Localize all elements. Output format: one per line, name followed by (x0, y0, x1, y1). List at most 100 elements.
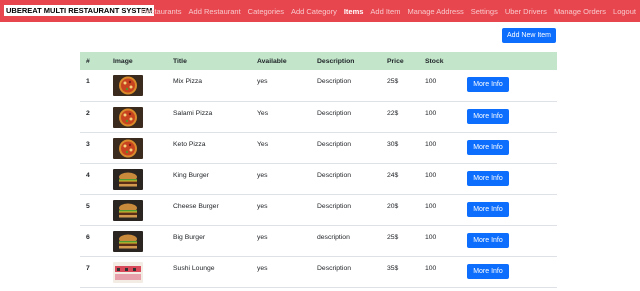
add-new-item-button[interactable]: Add New Item (502, 28, 556, 43)
column-header-available: Available (257, 57, 287, 65)
item-available: yes (251, 70, 311, 102)
column-header-number: # (86, 57, 90, 65)
nav-link-manage-address[interactable]: Manage Address (407, 7, 463, 16)
table-row: 4 King Burger yes Description 24$ 100 More Inf… (80, 163, 557, 195)
item-image-cell (107, 256, 167, 288)
table-row: 3 Keto Pizza Yes Description 30$ 100 More Info (80, 132, 557, 164)
more-info-button[interactable]: More Info (467, 201, 509, 217)
pizza-photo (113, 137, 143, 159)
table-row: 2 Salami Pizza Yes Description 22$ 100 More In… (80, 101, 557, 133)
item-description: Description (311, 70, 381, 102)
more-info-button[interactable]: More Info (467, 170, 509, 186)
item-description: Description (311, 132, 381, 164)
item-stock: 100 (419, 256, 461, 288)
item-description: Description (311, 101, 381, 133)
item-title: Sushi Lounge (167, 256, 251, 288)
actions-cell: More Info (461, 194, 557, 226)
row-number: 7 (80, 256, 107, 288)
nav-link-items[interactable]: Items (344, 7, 364, 16)
table-row: 7 Sushi Lounge yes Description 35$ 100 More In… (80, 256, 557, 288)
row-number: 3 (80, 132, 107, 164)
item-description: Description (311, 256, 381, 288)
table-row: 5 Cheese Burger yes Description 20$ 100 More I… (80, 194, 557, 226)
item-image-cell (107, 70, 167, 102)
item-title: Mix Pizza (167, 70, 251, 102)
row-number: 2 (80, 101, 107, 133)
nav-link-restaurants[interactable]: Restaurants (141, 7, 181, 16)
row-number: 6 (80, 225, 107, 257)
column-header-description: Description (317, 57, 355, 65)
navbar: UBEREAT MULTI RESTAURANT SYSTEM Restaura… (0, 0, 640, 22)
items-table: # Image Title Available Description Price Stoc… (80, 52, 557, 288)
item-image-cell (107, 194, 167, 226)
brand-logo[interactable]: UBEREAT MULTI RESTAURANT SYSTEM (4, 5, 155, 16)
item-stock: 100 (419, 194, 461, 226)
item-description: Description (311, 194, 381, 226)
item-title: Keto Pizza (167, 132, 251, 164)
item-price: 22$ (381, 101, 419, 133)
item-price: 30$ (381, 132, 419, 164)
column-header-actions (461, 52, 557, 70)
item-stock: 100 (419, 70, 461, 102)
table-body: 1 Mix Pizza yes Description 25$ 100 More Info 2… (80, 70, 557, 288)
pizza-photo (113, 75, 143, 96)
nav-link-uber-drivers[interactable]: Uber Drivers (505, 7, 547, 16)
item-image-cell (107, 101, 167, 133)
nav-link-add-restaurant[interactable]: Add Restaurant (189, 7, 241, 16)
item-price: 20$ (381, 194, 419, 226)
actions-cell: More Info (461, 256, 557, 288)
column-header-image: Image (113, 57, 133, 65)
more-info-button[interactable]: More Info (467, 263, 509, 279)
actions-cell: More Info (461, 101, 557, 133)
item-available: Yes (251, 101, 311, 133)
more-info-button[interactable]: More Info (467, 108, 509, 124)
item-available: Yes (251, 132, 311, 164)
item-stock: 100 (419, 225, 461, 257)
item-available: yes (251, 225, 311, 257)
item-image-cell (107, 132, 167, 164)
item-title: Cheese Burger (167, 194, 251, 226)
nav-link-add-item[interactable]: Add Item (370, 7, 400, 16)
item-price: 25$ (381, 70, 419, 102)
item-price: 35$ (381, 256, 419, 288)
item-available: yes (251, 194, 311, 226)
item-title: Salami Pizza (167, 101, 251, 133)
item-title: Big Burger (167, 225, 251, 257)
column-header-title: Title (173, 57, 187, 65)
actions-cell: More Info (461, 225, 557, 257)
actions-cell: More Info (461, 132, 557, 164)
table-header-row: # Image Title Available Description Price Stoc… (80, 52, 557, 70)
more-info-button[interactable]: More Info (467, 77, 509, 92)
nav-link-settings[interactable]: Settings (471, 7, 498, 16)
table-row: 1 Mix Pizza yes Description 25$ 100 More Info (80, 70, 557, 102)
actions-cell: More Info (461, 70, 557, 102)
row-number: 5 (80, 194, 107, 226)
item-price: 24$ (381, 163, 419, 195)
row-number: 1 (80, 70, 107, 102)
item-image-cell (107, 225, 167, 257)
nav-link-logout[interactable]: Logout (613, 7, 636, 16)
item-title: King Burger (167, 163, 251, 195)
nav-link-manage-orders[interactable]: Manage Orders (554, 7, 606, 16)
column-header-stock: Stock (425, 57, 444, 65)
nav-link-categories[interactable]: Categories (248, 7, 284, 16)
item-price: 25$ (381, 225, 419, 257)
item-description: Description (311, 163, 381, 195)
actions-cell: More Info (461, 163, 557, 195)
burger-photo (113, 168, 143, 190)
item-stock: 100 (419, 132, 461, 164)
column-header-price: Price (387, 57, 404, 65)
more-info-button[interactable]: More Info (467, 139, 509, 155)
item-description: description (311, 225, 381, 257)
nav-link-add-category[interactable]: Add Category (291, 7, 337, 16)
row-number: 4 (80, 163, 107, 195)
item-available: yes (251, 163, 311, 195)
more-info-button[interactable]: More Info (467, 232, 509, 248)
sushi-photo (113, 261, 143, 283)
item-stock: 100 (419, 163, 461, 195)
burger-photo (113, 199, 143, 221)
pizza-photo (113, 106, 143, 128)
nav-links: Restaurants Add Restaurant Categories Add C… (134, 0, 636, 22)
items-table-container: # Image Title Available Description Price Stoc… (80, 52, 557, 288)
burger-photo (113, 230, 143, 252)
